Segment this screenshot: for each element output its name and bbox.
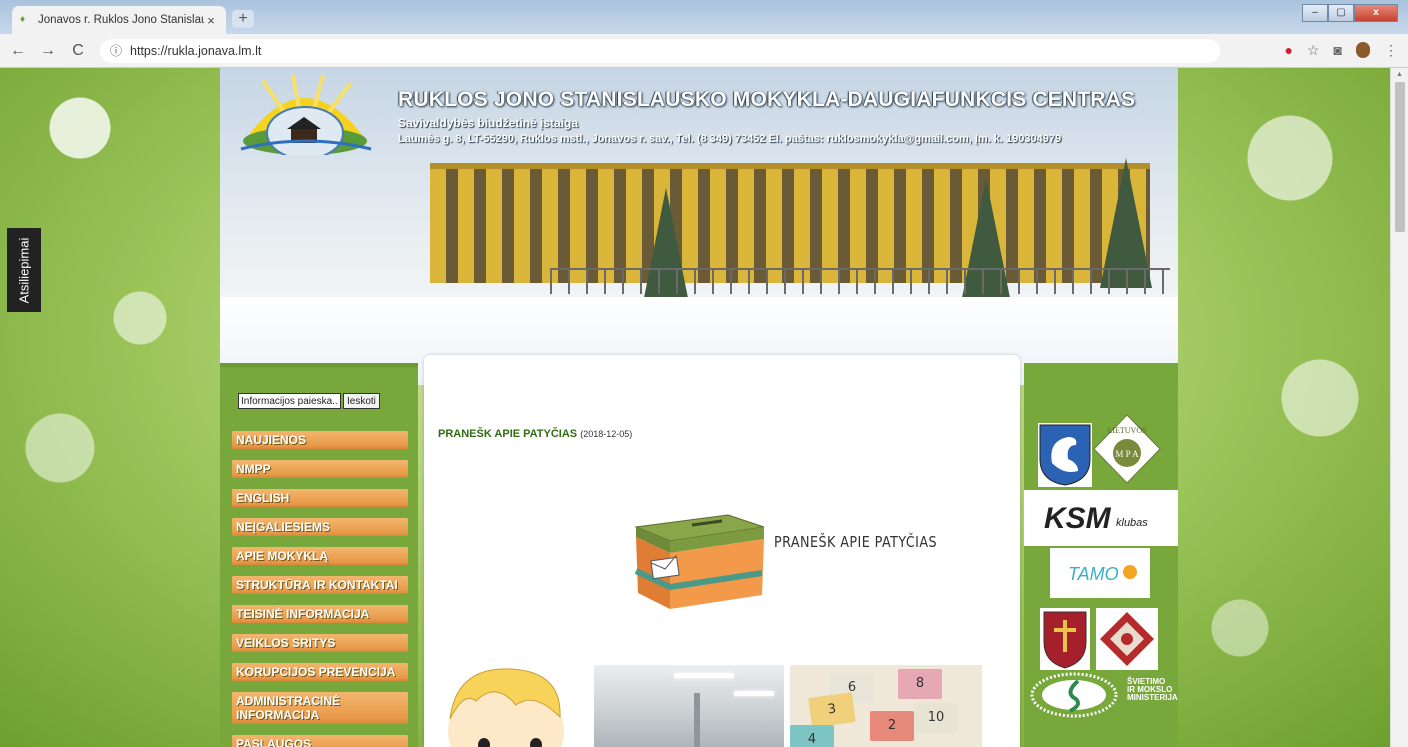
menu-item-administracine-informacija[interactable]: ADMINISTRACINĖ INFORMACIJA bbox=[232, 692, 408, 724]
feedback-label: Atsiliepimai bbox=[16, 237, 32, 303]
number-card: 4 bbox=[790, 725, 834, 747]
menu-item-neigaliesiems[interactable]: NEĮGALIESIEMS bbox=[232, 518, 408, 536]
lietuvos-text: LIETUVOS bbox=[1107, 426, 1146, 435]
menu-item-apie-mokykla[interactable]: APIE MOKYKLĄ bbox=[232, 547, 408, 565]
riflemen-union-icon[interactable] bbox=[1096, 608, 1158, 670]
mpa-text: M P A bbox=[1115, 449, 1139, 459]
menu-item-veiklos-sritys[interactable]: VEIKLOS SRITYS bbox=[232, 634, 408, 652]
main-menu: NAUJIENOS NMPP ENGLISH NEĮGALIESIEMS API… bbox=[232, 431, 408, 747]
fence bbox=[550, 268, 1170, 294]
ceiling-lamp bbox=[734, 691, 774, 696]
camera-icon[interactable]: ◙ bbox=[1334, 42, 1342, 59]
menu-item-korupcijos-prevencija[interactable]: KORUPCIJOS PREVENCIJA bbox=[232, 663, 408, 681]
search-input[interactable] bbox=[238, 393, 341, 409]
tamo-text: TAMO bbox=[1068, 564, 1119, 584]
gallery-thumb-cartoon[interactable] bbox=[436, 661, 566, 747]
left-sidebar: Ieskoti NAUJIENOS NMPP ENGLISH NEĮGALIES… bbox=[220, 363, 418, 747]
school-building bbox=[430, 163, 1150, 283]
browser-tab-bar: ♦ Jonavos r. Ruklos Jono Stanislaus × + … bbox=[0, 0, 1408, 34]
mpa-logo[interactable]: LIETUVOS M P A bbox=[1092, 413, 1162, 485]
report-box-illustration[interactable] bbox=[630, 501, 770, 619]
content-panel: PRANEŠK APIE PATYČIAS (2018-12-05) PRANE… bbox=[424, 355, 1020, 747]
forward-button[interactable]: → bbox=[36, 42, 60, 60]
menu-item-teisine-informacija[interactable]: TEISINĖ INFORMACIJA bbox=[232, 605, 408, 623]
scrollbar-thumb[interactable] bbox=[1395, 82, 1405, 232]
reload-button[interactable]: C bbox=[66, 42, 90, 60]
wall-edge bbox=[694, 693, 700, 747]
gallery-thumb-cards[interactable]: 6 8 3 2 10 4 bbox=[790, 665, 982, 747]
ministry-label: ŠVIETIMO IR MOKSLO MINISTERIJA bbox=[1127, 678, 1178, 702]
tab-title: Jonavos r. Ruklos Jono Stanislaus bbox=[38, 14, 204, 26]
school-title: RUKLOS JONO STANISLAUSKO MOKYKLA-DAUGIAF… bbox=[398, 88, 1136, 111]
tab-close-icon[interactable]: × bbox=[204, 13, 218, 28]
browser-tab[interactable]: ♦ Jonavos r. Ruklos Jono Stanislaus × bbox=[12, 6, 226, 34]
ksm-text: KSM bbox=[1044, 502, 1112, 535]
feedback-tab[interactable]: Atsiliepimai bbox=[7, 228, 41, 312]
menu-item-paslaugos[interactable]: PASLAUGOS bbox=[232, 735, 408, 747]
url-input[interactable]: ⓘ https://rukla.jonava.lm.lt bbox=[100, 38, 1220, 63]
military-emblem-icon[interactable] bbox=[1040, 608, 1090, 670]
page-viewport: RUKLOS JONO STANISLAUSKO MOKYKLA-DAUGIAF… bbox=[0, 68, 1390, 747]
scroll-up-icon[interactable]: ▲ bbox=[1396, 71, 1403, 78]
menu-item-nmpp[interactable]: NMPP bbox=[232, 460, 408, 478]
site-favicon-icon: ♦ bbox=[20, 14, 26, 25]
ministry-logo-icon[interactable] bbox=[1028, 671, 1122, 719]
page-scrollbar[interactable]: ▲ bbox=[1390, 68, 1408, 747]
jonava-coat-of-arms-icon[interactable] bbox=[1038, 423, 1092, 487]
extension-icon[interactable]: ● bbox=[1285, 42, 1293, 59]
illustration-caption: PRANEŠK APIE PATYČIAS bbox=[774, 533, 938, 551]
post-title-text: PRANEŠK APIE PATYČIAS bbox=[438, 428, 578, 440]
school-subtitle: Savivaldybės biudžetinė įstaiga bbox=[398, 116, 579, 130]
menu-item-struktura[interactable]: STRUKTŪRA IR KONTAKTAI bbox=[232, 576, 408, 594]
number-card: 3 bbox=[808, 692, 856, 728]
ministry-line: MINISTERIJA bbox=[1127, 693, 1178, 702]
number-card: 8 bbox=[898, 669, 942, 699]
klubas-text: klubas bbox=[1116, 517, 1148, 529]
window-controls: – ▢ x bbox=[1302, 4, 1398, 22]
gallery-thumb-classroom[interactable] bbox=[594, 665, 784, 747]
search-button[interactable]: Ieskoti bbox=[343, 393, 380, 409]
post-date: (2018-12-05) bbox=[580, 429, 633, 439]
new-tab-button[interactable]: + bbox=[232, 10, 254, 28]
minimize-button[interactable]: – bbox=[1302, 4, 1328, 22]
bookmark-star-icon[interactable]: ☆ bbox=[1307, 42, 1320, 59]
number-card: 10 bbox=[914, 703, 958, 733]
post-title[interactable]: PRANEŠK APIE PATYČIAS (2018-12-05) bbox=[438, 428, 632, 440]
toolbar-icons: ● ☆ ◙ ⋮ bbox=[1285, 42, 1398, 59]
maximize-button[interactable]: ▢ bbox=[1328, 4, 1354, 22]
menu-item-naujienos[interactable]: NAUJIENOS bbox=[232, 431, 408, 449]
tamo-logo[interactable]: TAMO bbox=[1050, 548, 1150, 598]
url-text: https://rukla.jonava.lm.lt bbox=[130, 43, 262, 58]
right-sidebar: LIETUVOS M P A KSM klubas TAMO ŠVIETIMO bbox=[1024, 363, 1178, 747]
school-logo[interactable] bbox=[233, 73, 378, 155]
menu-item-english[interactable]: ENGLISH bbox=[232, 489, 408, 507]
browser-menu-icon[interactable]: ⋮ bbox=[1384, 42, 1398, 59]
window-close-button[interactable]: x bbox=[1354, 4, 1398, 22]
profile-avatar[interactable] bbox=[1356, 42, 1370, 58]
search-form: Ieskoti bbox=[238, 393, 380, 409]
ceiling-lamp bbox=[674, 673, 734, 678]
number-card: 2 bbox=[870, 711, 914, 741]
header-banner: RUKLOS JONO STANISLAUSKO MOKYKLA-DAUGIAF… bbox=[220, 68, 1178, 385]
back-button[interactable]: ← bbox=[6, 42, 30, 60]
address-bar: ← → C ⓘ https://rukla.jonava.lm.lt ● ☆ ◙… bbox=[0, 34, 1408, 68]
site-info-icon[interactable]: ⓘ bbox=[110, 42, 122, 59]
school-address: Laumės g. 8, LT-55290, Ruklos mstl., Jon… bbox=[398, 133, 1062, 145]
ksm-klubas-logo[interactable]: KSM klubas bbox=[1024, 490, 1178, 546]
